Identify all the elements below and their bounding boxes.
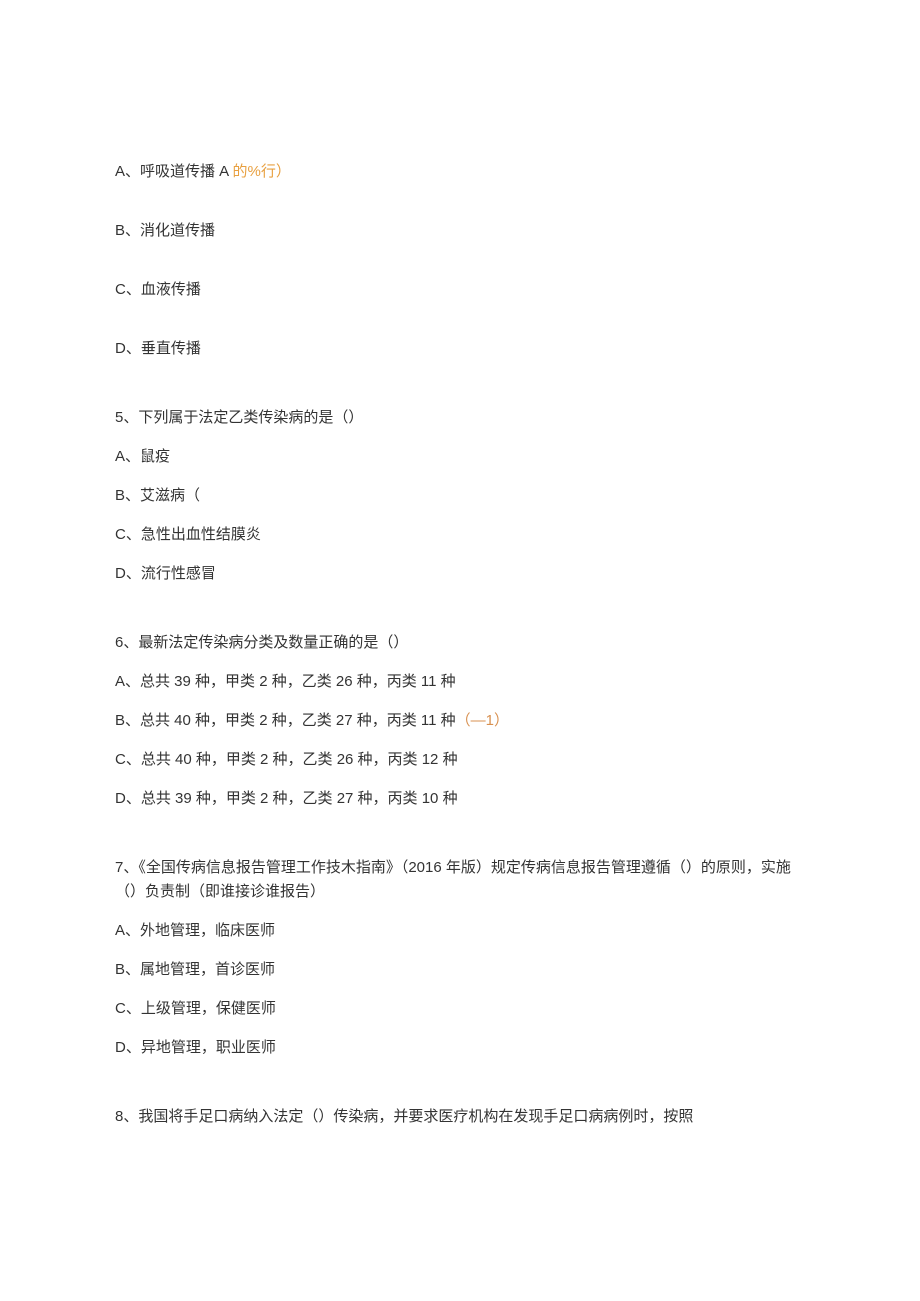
q7-option-a: A、外地管理，临床医师 <box>115 919 805 943</box>
q5-option-a: A、鼠疫 <box>115 445 805 469</box>
option-d: D、垂直传播 <box>115 337 805 361</box>
q6-option-a: A、总共 39 种，甲类 2 种，乙类 26 种，丙类 11 种 <box>115 670 805 694</box>
q7-option-d: D、异地管理，职业医师 <box>115 1036 805 1060</box>
q5-option-c: C、急性出血性结膜炎 <box>115 523 805 547</box>
q5-option-b: B、艾滋病（ <box>115 484 805 508</box>
option-a-text: A、呼吸道传播 A <box>115 163 228 180</box>
option-b: B、消化道传播 <box>115 219 805 243</box>
q7-stem: 7、《全国传病信息报告管理工作技木指南》（2016 年版）规定传病信息报告管理遵… <box>115 856 805 904</box>
option-a: A、呼吸道传播 A 的%行） <box>115 160 805 184</box>
option-a-highlight: 的%行） <box>228 163 291 180</box>
q8-stem: 8、我国将手足口病纳入法定（）传染病，并要求医疗机构在发现手足口病病例时，按照 <box>115 1105 805 1129</box>
q6-stem: 6、最新法定传染病分类及数量正确的是（） <box>115 631 805 655</box>
q7-option-c: C、上级管理，保健医师 <box>115 997 805 1021</box>
q7-option-b: B、属地管理，首诊医师 <box>115 958 805 982</box>
q5-option-d: D、流行性感冒 <box>115 562 805 586</box>
q6-option-c: C、总共 40 种，甲类 2 种，乙类 26 种，丙类 12 种 <box>115 748 805 772</box>
q6-option-b: B、总共 40 种，甲类 2 种，乙类 27 种，丙类 11 种（—1） <box>115 709 805 733</box>
q6-option-d: D、总共 39 种，甲类 2 种，乙类 27 种，丙类 10 种 <box>115 787 805 811</box>
option-c: C、血液传播 <box>115 278 805 302</box>
q6-option-b-text: B、总共 40 种，甲类 2 种，乙类 27 种，丙类 11 种 <box>115 712 456 729</box>
q6-option-b-highlight: （—1） <box>456 712 509 729</box>
q5-stem: 5、下列属于法定乙类传染病的是（） <box>115 406 805 430</box>
